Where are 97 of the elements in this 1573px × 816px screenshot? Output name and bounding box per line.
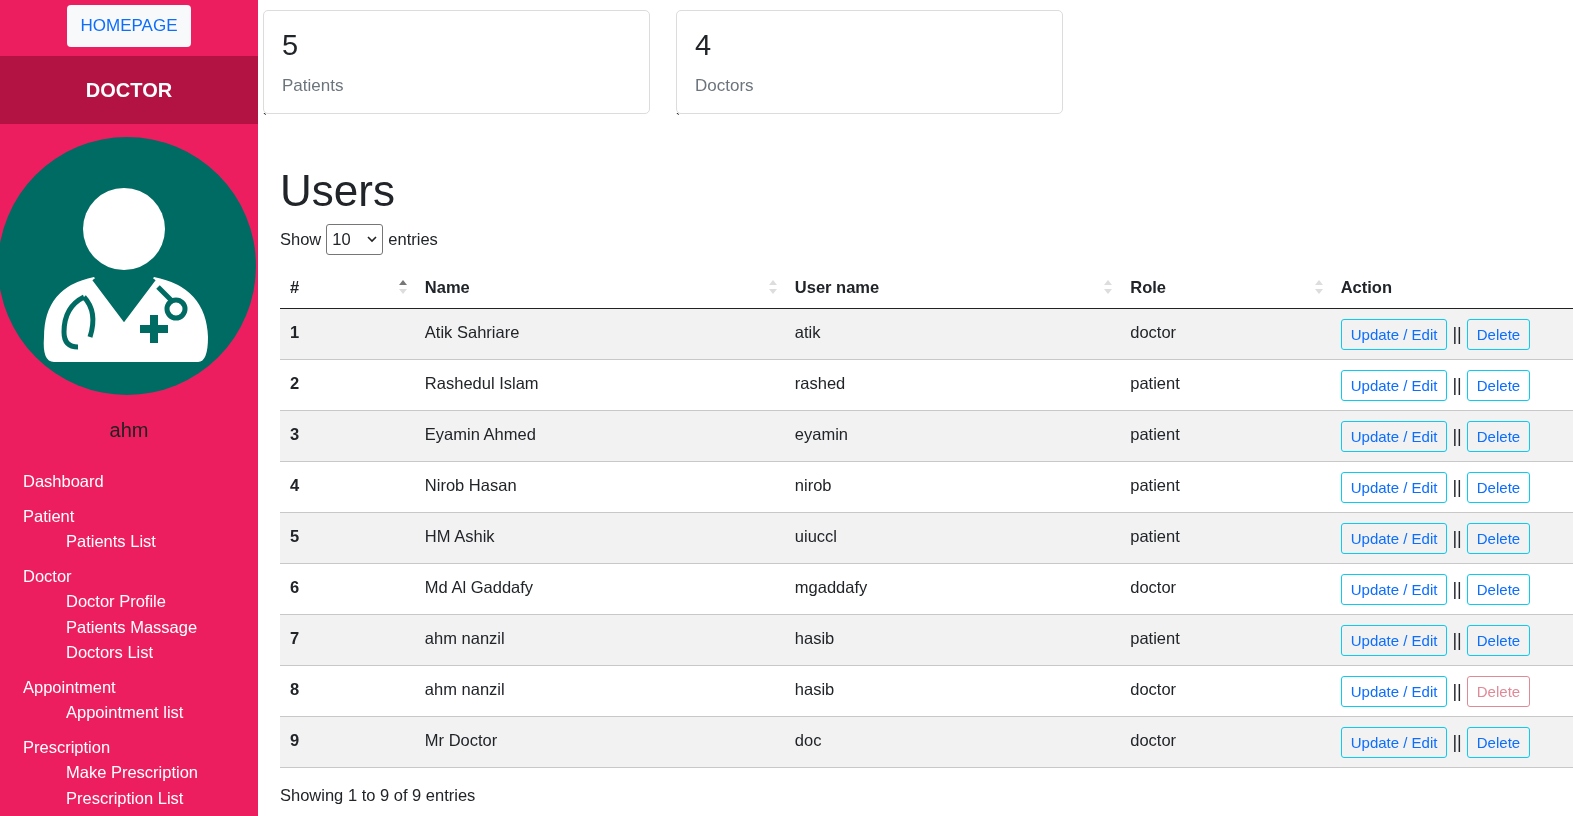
table-cell: Eyamin Ahmed [414, 410, 785, 462]
table-cell: nirob [784, 461, 1121, 513]
table-cell: Md Al Gaddafy [414, 563, 785, 615]
table-cell: Mr Doctor [414, 716, 785, 768]
sidebar-subitem[interactable]: Prescription List [66, 785, 184, 811]
stat-label: Patients [282, 76, 344, 96]
sidebar-item[interactable]: Prescription [23, 734, 111, 760]
stat-count: 5 [282, 29, 299, 62]
table-cell: patient [1120, 410, 1331, 462]
table-cell: doctor [1120, 308, 1331, 360]
delete-button[interactable]: Delete [1466, 727, 1531, 758]
update-edit-button[interactable]: Update / Edit [1340, 421, 1448, 452]
table-cell: HM Ashik [414, 512, 785, 564]
table-cell: patient [1120, 512, 1331, 564]
delete-button[interactable]: Delete [1466, 421, 1531, 452]
table-cell: 1 [280, 308, 415, 360]
column-header[interactable]: # [280, 266, 415, 309]
update-edit-button[interactable]: Update / Edit [1340, 574, 1448, 605]
column-header[interactable]: Role [1120, 266, 1331, 309]
table-cell: doctor [1120, 563, 1331, 615]
delete-button[interactable]: Delete [1466, 319, 1531, 350]
user-name: ahm [109, 419, 149, 441]
caret-icon[interactable] [367, 236, 378, 243]
homepage-button[interactable]: HOMEPAGE [66, 5, 192, 47]
update-edit-button[interactable]: Update / Edit [1340, 319, 1448, 350]
table-cell: 9 [280, 716, 415, 768]
separator-text: || [1452, 477, 1462, 497]
sidebar-subitem[interactable]: Patients List [66, 529, 156, 555]
separator-text: || [1452, 375, 1462, 395]
column-header[interactable]: Name [414, 266, 785, 309]
table-cell: ahm nanzil [414, 614, 785, 666]
sidebar-subitem[interactable]: Appointment list [66, 700, 184, 726]
sidebar-item[interactable]: Appointment [23, 674, 116, 700]
update-edit-button[interactable]: Update / Edit [1340, 625, 1448, 656]
stat-count: 4 [695, 29, 712, 62]
sidebar-subitem[interactable]: Patients Massage [66, 614, 198, 640]
table-cell: patient [1120, 359, 1331, 411]
update-edit-button[interactable]: Update / Edit [1340, 370, 1448, 401]
backtick-mark: ` [263, 114, 267, 124]
delete-button[interactable]: Delete [1466, 574, 1531, 605]
delete-button[interactable]: Delete [1466, 625, 1531, 656]
delete-button[interactable]: Delete [1466, 523, 1531, 554]
table-cell: mgaddafy [784, 563, 1121, 615]
table-cell: 7 [280, 614, 415, 666]
table-cell: ahm nanzil [414, 665, 785, 717]
entries-select[interactable]: 10 [326, 224, 384, 255]
sort-icon[interactable] [398, 280, 407, 294]
delete-button[interactable]: Delete [1466, 472, 1531, 503]
sidebar-item[interactable]: Doctor [23, 563, 72, 589]
sidebar-item[interactable]: Patient [23, 503, 75, 529]
table-cell: doctor [1120, 716, 1331, 768]
separator-text: || [1452, 324, 1462, 344]
table-info: Showing 1 to 9 of 9 entries [280, 786, 476, 805]
table-cell: patient [1120, 461, 1331, 513]
column-header[interactable]: User name [784, 266, 1121, 309]
sidebar-subitem[interactable]: Doctor Profile [66, 589, 166, 615]
separator-text: || [1452, 579, 1462, 599]
table-cell: Atik Sahriare [414, 308, 785, 360]
sidebar-subitem[interactable]: Doctors List [66, 640, 154, 666]
table-cell: 3 [280, 410, 415, 462]
table-cell: 4 [280, 461, 415, 513]
table-cell: eyamin [784, 410, 1121, 462]
table-cell: doc [784, 716, 1121, 768]
separator-text: || [1452, 528, 1462, 548]
sidebar-item[interactable]: Dashboard [23, 469, 104, 495]
backtick-mark: ` [676, 114, 680, 124]
stat-label: Doctors [695, 76, 754, 96]
update-edit-button[interactable]: Update / Edit [1340, 676, 1448, 707]
doctor-avatar-icon [0, 137, 256, 395]
table-cell: 2 [280, 359, 415, 411]
table-cell: hasib [784, 614, 1121, 666]
table-cell: 6 [280, 563, 415, 615]
table-cell: Nirob Hasan [414, 461, 785, 513]
sidebar-subitem[interactable]: Make Prescription [66, 760, 199, 786]
delete-button[interactable]: Delete [1466, 370, 1531, 401]
column-header: Action [1330, 266, 1573, 309]
separator-text: || [1452, 630, 1462, 650]
update-edit-button[interactable]: Update / Edit [1340, 523, 1448, 554]
page-title: Users [280, 166, 395, 216]
table-cell: atik [784, 308, 1121, 360]
table-cell: patient [1120, 614, 1331, 666]
table-cell: uiuccl [784, 512, 1121, 564]
separator-text: || [1452, 732, 1462, 752]
delete-button[interactable]: Delete [1466, 676, 1531, 707]
show-label: Show [280, 230, 322, 249]
separator-text: || [1452, 426, 1462, 446]
table-cell: doctor [1120, 665, 1331, 717]
separator-text: || [1452, 681, 1462, 701]
entries-label: entries [388, 230, 438, 249]
table-cell: 5 [280, 512, 415, 564]
update-edit-button[interactable]: Update / Edit [1340, 727, 1448, 758]
table-cell: 8 [280, 665, 415, 717]
table-cell: hasib [784, 665, 1121, 717]
table-cell: rashed [784, 359, 1121, 411]
table-cell: Rashedul Islam [414, 359, 785, 411]
role-header: DOCTOR [85, 78, 173, 102]
update-edit-button[interactable]: Update / Edit [1340, 472, 1448, 503]
